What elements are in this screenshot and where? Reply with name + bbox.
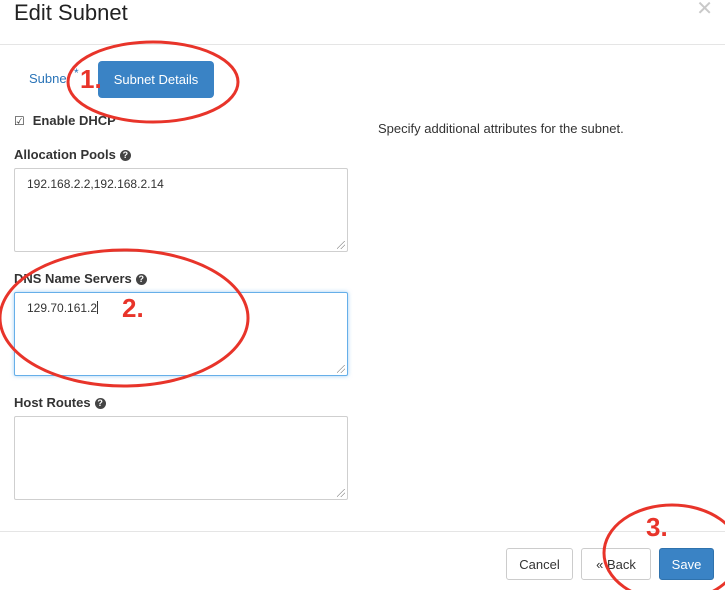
dns-name-servers-textarea[interactable]: 129.70.161.2 — [14, 292, 348, 376]
allocation-pools-label-text: Allocation Pools — [14, 147, 116, 162]
resize-handle[interactable] — [337, 365, 345, 373]
help-icon[interactable]: ? — [119, 150, 131, 161]
enable-dhcp-checkbox[interactable]: ☑ Enable DHCP — [14, 113, 116, 128]
allocation-pools-label: Allocation Pools? — [14, 147, 131, 162]
dns-name-servers-value: 129.70.161.2 — [27, 301, 98, 315]
cancel-button[interactable]: Cancel — [506, 548, 573, 580]
close-icon[interactable]: ✕ — [696, 0, 713, 21]
host-routes-label-text: Host Routes — [14, 395, 91, 410]
back-button[interactable]: « Back — [581, 548, 651, 580]
host-routes-label: Host Routes? — [14, 395, 106, 410]
resize-handle[interactable] — [337, 241, 345, 249]
help-icon[interactable]: ? — [94, 398, 106, 409]
tab-subnet-details[interactable]: Subnet Details — [98, 61, 214, 98]
annotation-step-1: 1. — [80, 64, 102, 94]
annotation-step-2: 2. — [122, 293, 144, 323]
host-routes-textarea[interactable] — [14, 416, 348, 500]
footer-divider — [0, 531, 725, 532]
dns-name-servers-label-text: DNS Name Servers — [14, 271, 132, 286]
tab-required-asterisk: * — [74, 66, 79, 80]
enable-dhcp-label: Enable DHCP — [32, 113, 116, 128]
allocation-pools-value: 192.168.2.2,192.168.2.14 — [27, 177, 164, 191]
text-caret — [97, 301, 99, 314]
allocation-pools-textarea[interactable]: 192.168.2.2,192.168.2.14 — [14, 168, 348, 252]
header-divider — [0, 44, 725, 45]
help-icon[interactable]: ? — [135, 274, 147, 285]
help-text: Specify additional attributes for the su… — [378, 121, 624, 136]
save-button[interactable]: Save — [659, 548, 714, 580]
resize-handle[interactable] — [337, 489, 345, 497]
tab-subnet[interactable]: Subne — [29, 71, 67, 86]
dialog-title: Edit Subnet — [14, 0, 128, 25]
dns-name-servers-label: DNS Name Servers? — [14, 271, 147, 286]
checkbox-checked-icon: ☑ — [14, 113, 25, 128]
annotation-step-3: 3. — [646, 512, 668, 542]
